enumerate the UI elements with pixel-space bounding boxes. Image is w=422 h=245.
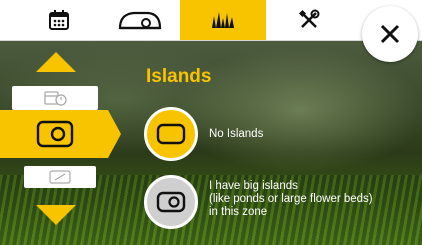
tab-settings[interactable] — [266, 0, 352, 40]
option-no-islands-button[interactable] — [144, 107, 198, 161]
mower-icon — [118, 11, 162, 30]
island-icon — [156, 191, 186, 213]
grass-icon — [212, 12, 234, 28]
option-big-islands-label[interactable]: I have big islands (like ponds or large … — [209, 180, 373, 219]
calendar-icon — [49, 10, 69, 30]
side-item-slope[interactable] — [24, 166, 96, 188]
option-label-line: in this zone — [209, 206, 268, 218]
close-icon — [380, 24, 400, 44]
slope-icon — [49, 170, 71, 184]
tab-mower[interactable] — [100, 0, 180, 40]
option-no-islands-label[interactable]: No Islands — [209, 128, 263, 141]
close-button[interactable] — [362, 6, 418, 62]
option-label-line: I have big islands — [209, 180, 298, 192]
side-item-schedule[interactable] — [12, 86, 98, 110]
page-title: Islands — [146, 66, 212, 87]
calendar-schedule-icon — [44, 91, 67, 106]
scroll-down-arrow[interactable] — [36, 205, 76, 225]
option-label-line: No Islands — [209, 128, 264, 140]
top-navigation-bar — [0, 0, 422, 41]
tab-grass[interactable] — [180, 0, 266, 40]
option-big-islands-button[interactable] — [144, 175, 198, 229]
scroll-up-arrow[interactable] — [36, 52, 76, 72]
tools-icon — [298, 9, 320, 28]
option-label-line: (like ponds or large flower beds) — [209, 193, 373, 205]
side-item-islands[interactable] — [0, 110, 122, 158]
no-island-icon — [156, 123, 186, 145]
